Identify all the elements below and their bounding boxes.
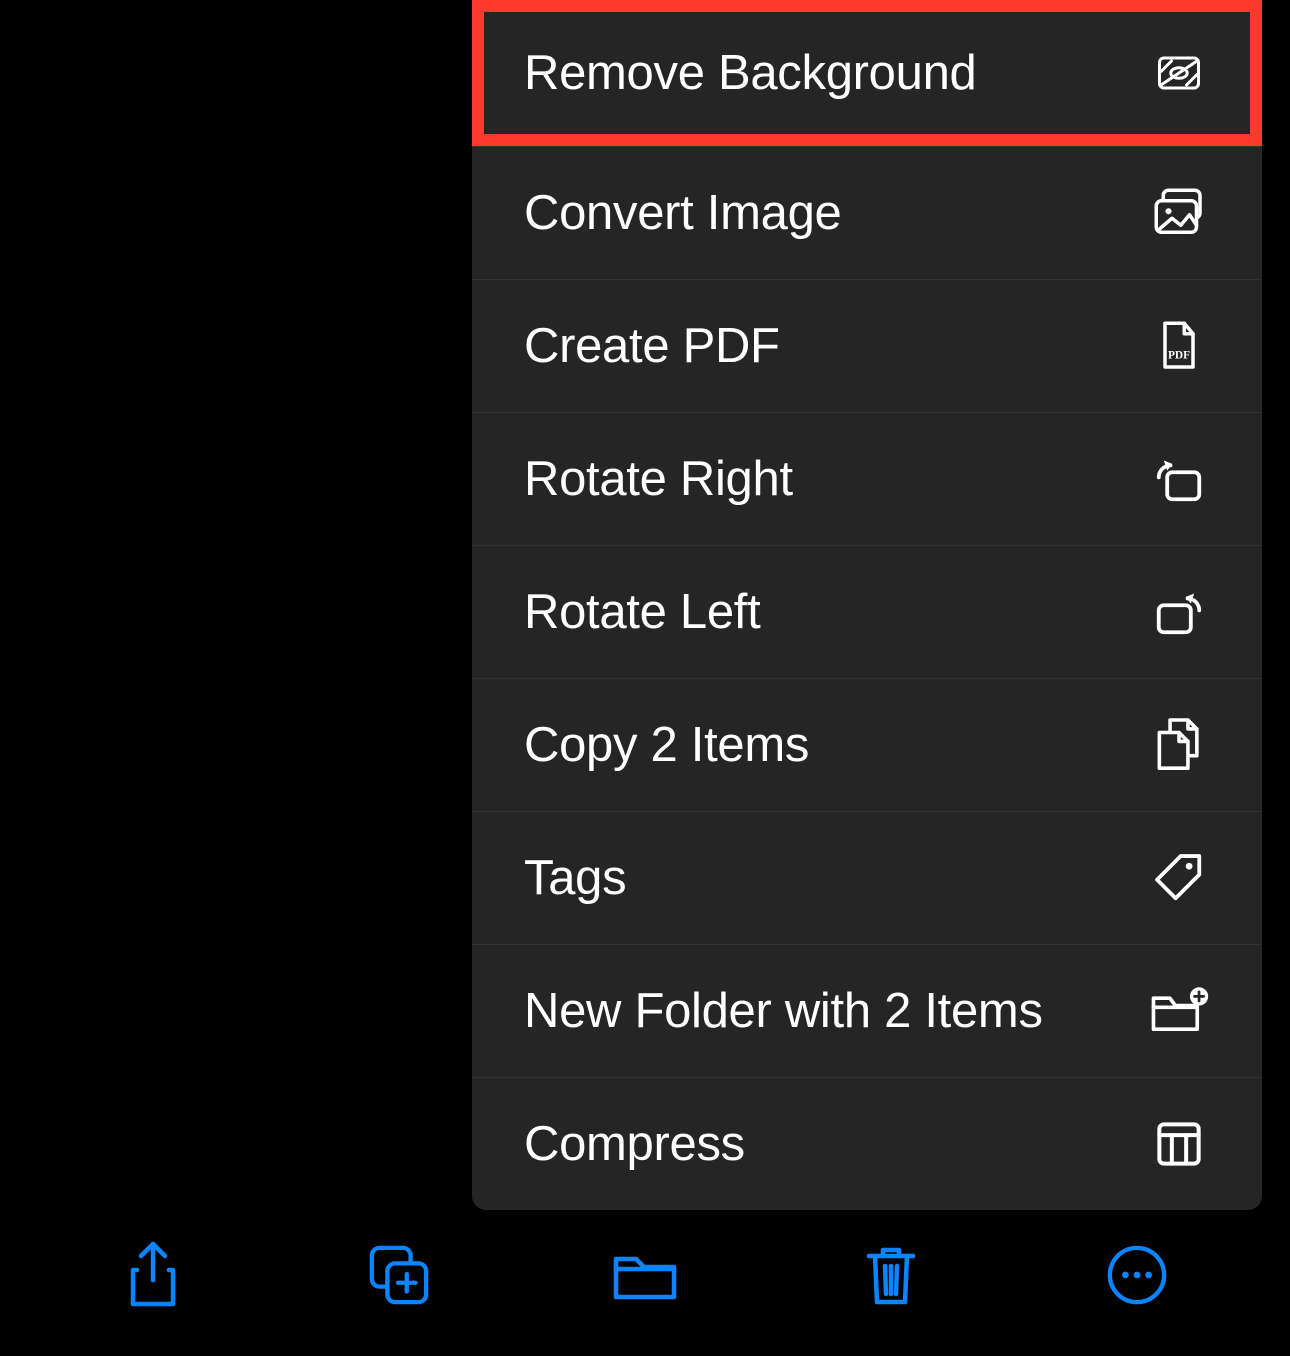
menu-item-create-pdf[interactable]: Create PDF PDF	[472, 279, 1262, 412]
rotate-right-icon	[1146, 446, 1212, 512]
menu-item-remove-background[interactable]: Remove Background	[472, 0, 1262, 146]
menu-item-rotate-right[interactable]: Rotate Right	[472, 412, 1262, 545]
context-menu: Remove Background Convert Image Create P…	[472, 0, 1262, 1210]
folder-icon	[610, 1247, 680, 1303]
create-pdf-icon: PDF	[1146, 313, 1212, 379]
share-button[interactable]	[118, 1240, 188, 1310]
svg-text:PDF: PDF	[1168, 349, 1190, 361]
menu-item-label: New Folder with 2 Items	[524, 983, 1043, 1039]
duplicate-button[interactable]	[364, 1240, 434, 1310]
new-folder-icon	[1146, 978, 1212, 1044]
menu-item-rotate-left[interactable]: Rotate Left	[472, 545, 1262, 678]
menu-item-label: Compress	[524, 1116, 745, 1172]
folder-button[interactable]	[610, 1240, 680, 1310]
menu-item-label: Remove Background	[524, 45, 976, 101]
trash-icon	[863, 1242, 919, 1308]
menu-item-copy-items[interactable]: Copy 2 Items	[472, 678, 1262, 811]
copy-items-icon	[1146, 712, 1212, 778]
more-icon	[1106, 1244, 1168, 1306]
menu-item-convert-image[interactable]: Convert Image	[472, 146, 1262, 279]
bottom-toolbar	[0, 1230, 1290, 1320]
trash-button[interactable]	[856, 1240, 926, 1310]
menu-item-label: Copy 2 Items	[524, 717, 809, 773]
convert-image-icon	[1146, 180, 1212, 246]
rotate-left-icon	[1146, 579, 1212, 645]
tags-icon	[1146, 845, 1212, 911]
menu-item-tags[interactable]: Tags	[472, 811, 1262, 944]
compress-icon	[1146, 1111, 1212, 1177]
menu-item-label: Rotate Left	[524, 584, 760, 640]
menu-item-label: Tags	[524, 850, 626, 906]
menu-item-compress[interactable]: Compress	[472, 1077, 1262, 1210]
share-icon	[125, 1240, 181, 1310]
menu-item-label: Create PDF	[524, 318, 780, 374]
menu-item-new-folder[interactable]: New Folder with 2 Items	[472, 944, 1262, 1077]
menu-item-label: Rotate Right	[524, 451, 793, 507]
duplicate-icon	[368, 1244, 430, 1306]
more-button[interactable]	[1102, 1240, 1172, 1310]
remove-background-icon	[1146, 40, 1212, 106]
menu-item-label: Convert Image	[524, 185, 841, 241]
